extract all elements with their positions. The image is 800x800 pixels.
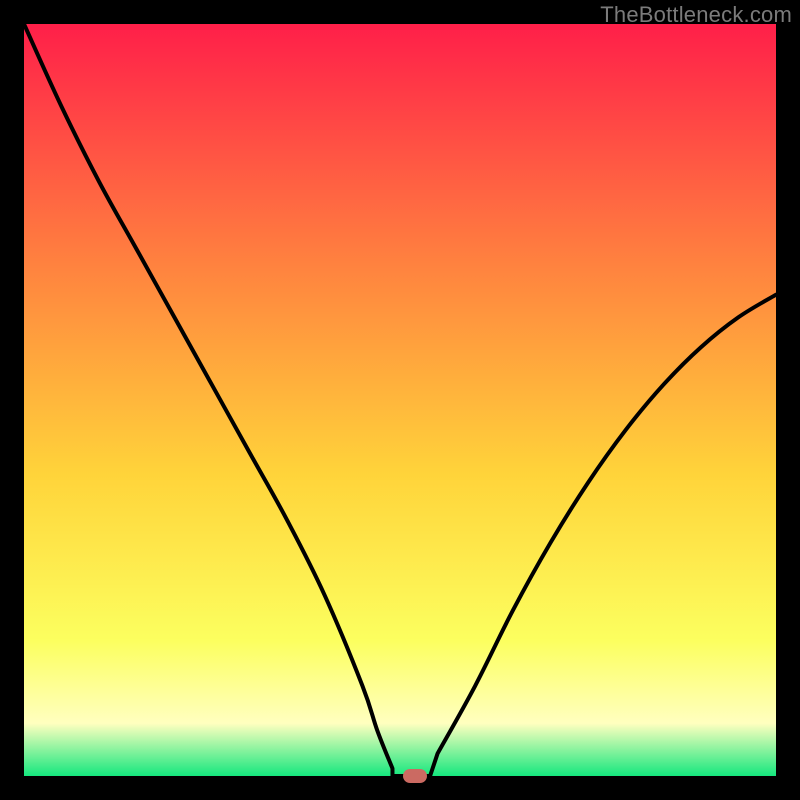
bottleneck-chart: [24, 24, 776, 776]
bottleneck-marker: [403, 769, 427, 783]
attribution-label: TheBottleneck.com: [600, 2, 792, 28]
gradient-background: [24, 24, 776, 776]
chart-frame: [24, 24, 776, 776]
